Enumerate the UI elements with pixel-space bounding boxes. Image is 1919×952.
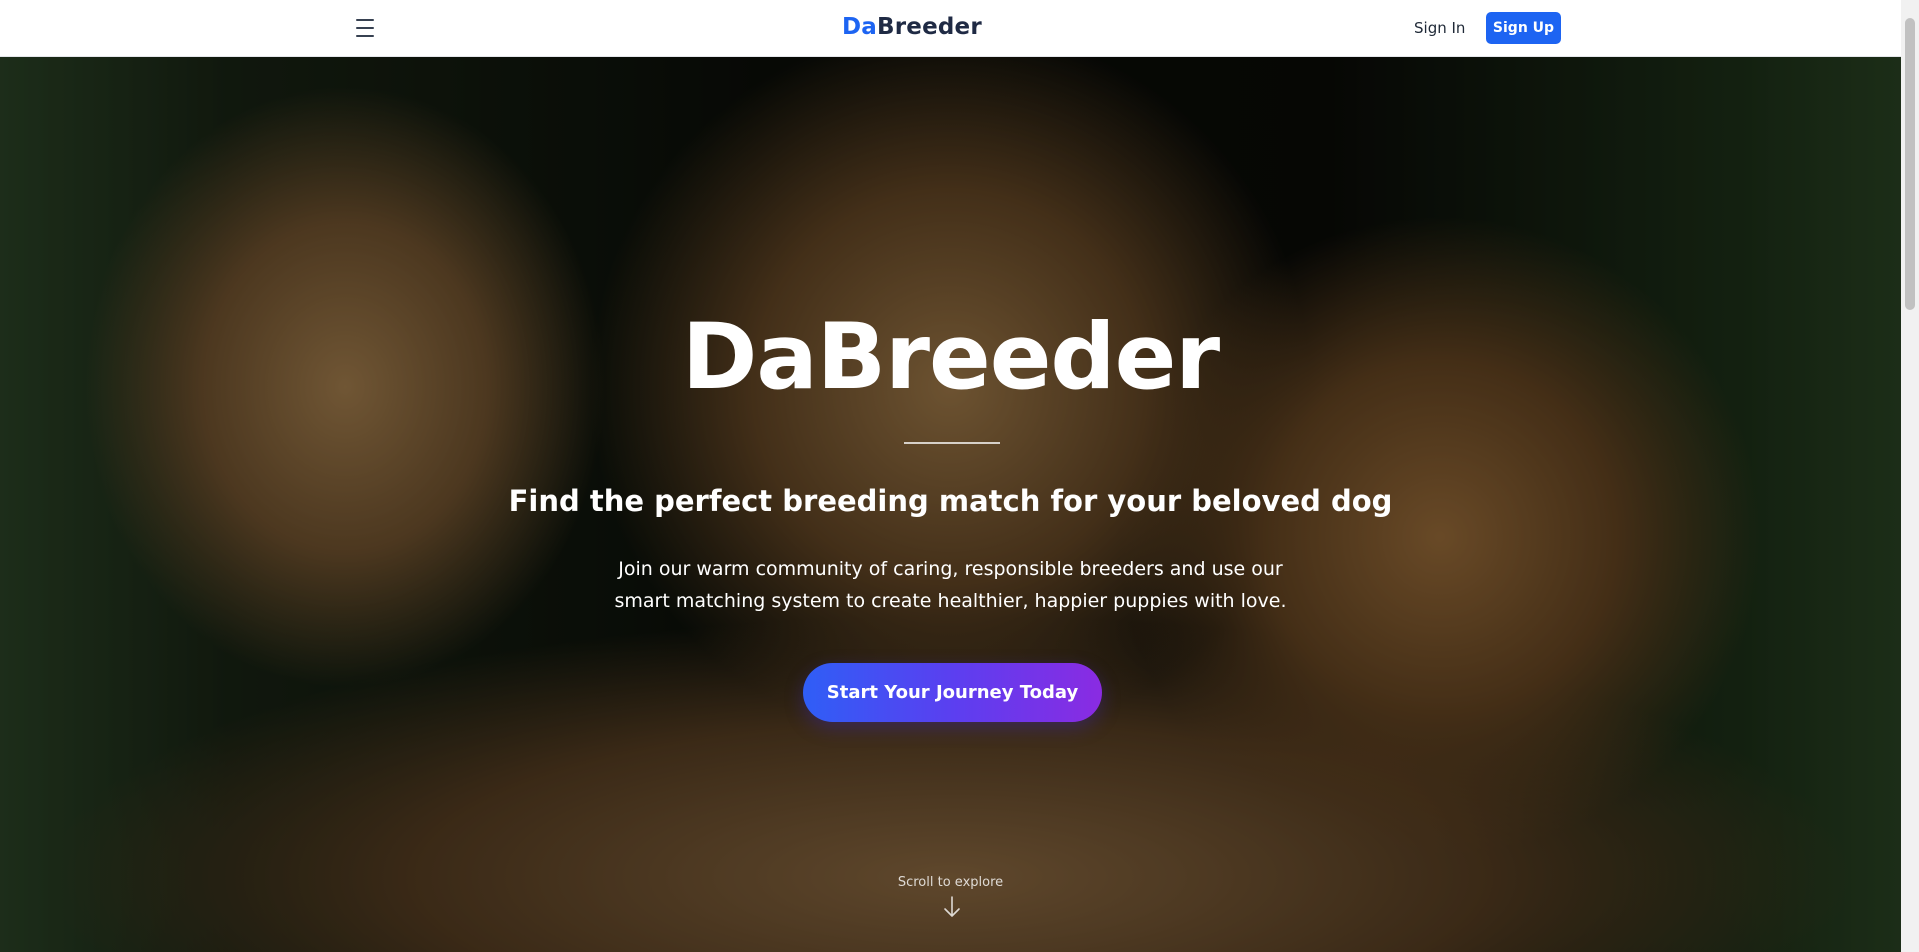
hero-description: Join our warm community of caring, respo… [0,553,1901,617]
hero-content: DaBreeder Find the perfect breeding matc… [0,57,1901,952]
menu-icon-line [356,35,374,37]
hero-title: DaBreeder [681,305,1220,410]
scroll-hint: Scroll to explore [897,875,1004,890]
hero-description-line: smart matching system to create healthie… [614,590,1287,612]
scrollbar-thumb[interactable] [1905,18,1915,310]
menu-icon-line [356,27,374,29]
hero-section: DaBreeder Find the perfect breeding matc… [0,57,1901,952]
page-scrollbar[interactable] [1901,0,1919,952]
sign-in-link[interactable]: Sign In [1414,19,1465,37]
brand-logo[interactable]: DaBreeder [842,14,982,40]
brand-logo-suffix: Breeder [877,14,982,40]
menu-icon-line [356,19,374,21]
hero-description-line: Join our warm community of caring, respo… [618,558,1283,580]
start-journey-button[interactable]: Start Your Journey Today [803,663,1102,722]
hero-subtitle: Find the perfect breeding match for your… [508,484,1393,518]
top-navbar: DaBreeder Sign In Sign Up [0,0,1901,57]
hero-divider [904,442,1000,444]
menu-icon[interactable] [352,16,378,40]
arrow-down-icon[interactable] [942,895,962,919]
brand-logo-prefix: Da [842,14,878,40]
sign-up-button[interactable]: Sign Up [1486,12,1561,44]
